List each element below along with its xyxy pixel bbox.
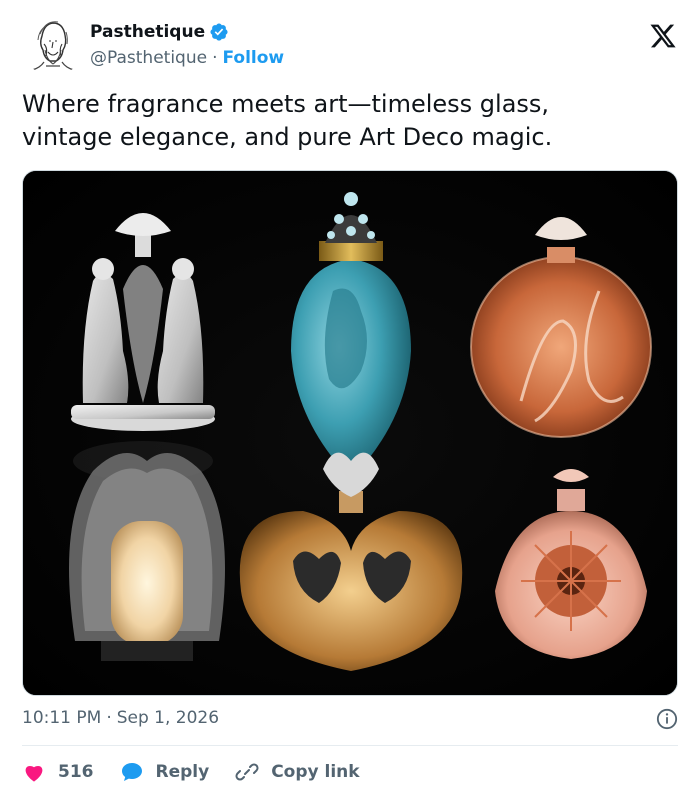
tweet-media-image[interactable] — [22, 170, 678, 696]
copy-link-label: Copy link — [271, 762, 360, 782]
tweet-text-line-1: Where fragrance meets art—timeless glass… — [22, 90, 550, 118]
info-icon[interactable] — [656, 708, 678, 730]
avatar[interactable] — [22, 14, 84, 76]
like-count: 516 — [58, 762, 94, 782]
peacock-lamp — [69, 453, 225, 661]
tweet-text: Where fragrance meets art—timeless glass… — [22, 88, 672, 154]
tweet-timestamp[interactable]: 10:11 PM · Sep 1, 2026 — [22, 708, 219, 728]
separator-dot: · — [212, 48, 218, 68]
link-icon — [235, 763, 259, 781]
x-logo-icon[interactable] — [648, 22, 678, 50]
reply-bubble-icon — [121, 763, 142, 781]
verified-badge-icon — [210, 23, 228, 41]
tweet-time: 10:11 PM — [22, 708, 102, 728]
perfume-bottles-image — [23, 171, 677, 695]
handle-row: @Pasthetique · Follow — [90, 48, 284, 68]
tweet-header: Pasthetique @Pasthetique · Follow — [22, 14, 682, 78]
divider — [22, 745, 678, 746]
tweet-date: Sep 1, 2026 — [116, 708, 220, 728]
action-bar: 516 Reply Copy link — [22, 758, 386, 786]
author-handle[interactable]: @Pasthetique — [90, 48, 207, 68]
meta-separator: · — [106, 708, 112, 728]
name-row: Pasthetique — [90, 22, 229, 42]
follow-button[interactable]: Follow — [222, 48, 284, 68]
like-button[interactable]: 516 — [22, 760, 94, 784]
reply-label: Reply — [155, 762, 210, 782]
author-name[interactable]: Pasthetique — [90, 22, 205, 42]
reply-button[interactable]: Reply — [120, 760, 210, 784]
copy-link-button[interactable]: Copy link — [235, 760, 360, 784]
tweet-text-line-2: vintage elegance, and pure Art Deco magi… — [22, 123, 553, 151]
heart-icon — [25, 765, 43, 782]
bust-sketch-icon — [23, 15, 83, 75]
